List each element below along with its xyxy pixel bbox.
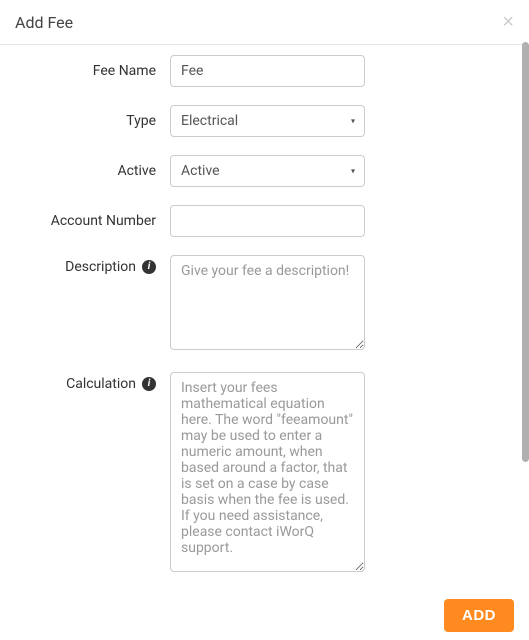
row-type: Type Electrical ▾ (15, 105, 514, 137)
select-type[interactable]: Electrical (170, 105, 365, 137)
wrap-fee-name (170, 55, 365, 87)
modal-footer: ADD (0, 591, 529, 640)
scrollbar-thumb[interactable] (522, 42, 529, 462)
label-type-text: Type (126, 113, 156, 129)
row-description: Description i (15, 255, 514, 354)
label-type: Type (15, 105, 170, 129)
label-account-number: Account Number (15, 205, 170, 229)
wrap-account-number (170, 205, 365, 237)
modal-header: Add Fee × (0, 0, 529, 45)
label-active: Active (15, 155, 170, 179)
wrap-description (170, 255, 365, 354)
row-fee-name: Fee Name (15, 55, 514, 87)
row-calculation: Calculation i (15, 372, 514, 576)
label-fee-name: Fee Name (15, 55, 170, 79)
info-icon[interactable]: i (142, 377, 156, 391)
label-calculation: Calculation i (15, 372, 170, 392)
add-button[interactable]: ADD (444, 599, 514, 632)
textarea-calculation[interactable] (170, 372, 365, 572)
close-button[interactable]: × (502, 12, 514, 32)
label-active-text: Active (117, 163, 156, 179)
input-fee-name[interactable] (170, 55, 365, 87)
label-description-text: Description (65, 259, 136, 275)
wrap-active: Active ▾ (170, 155, 365, 187)
label-calculation-text: Calculation (66, 376, 136, 392)
modal-body: Fee Name Type Electrical ▾ Active Active… (0, 45, 529, 585)
input-account-number[interactable] (170, 205, 365, 237)
row-active: Active Active ▾ (15, 155, 514, 187)
label-description: Description i (15, 255, 170, 275)
label-account-number-text: Account Number (51, 213, 156, 229)
label-fee-name-text: Fee Name (93, 63, 156, 79)
modal-title: Add Fee (15, 13, 73, 32)
textarea-description[interactable] (170, 255, 365, 350)
row-account-number: Account Number (15, 205, 514, 237)
info-icon[interactable]: i (142, 260, 156, 274)
select-active[interactable]: Active (170, 155, 365, 187)
wrap-type: Electrical ▾ (170, 105, 365, 137)
wrap-calculation (170, 372, 365, 576)
